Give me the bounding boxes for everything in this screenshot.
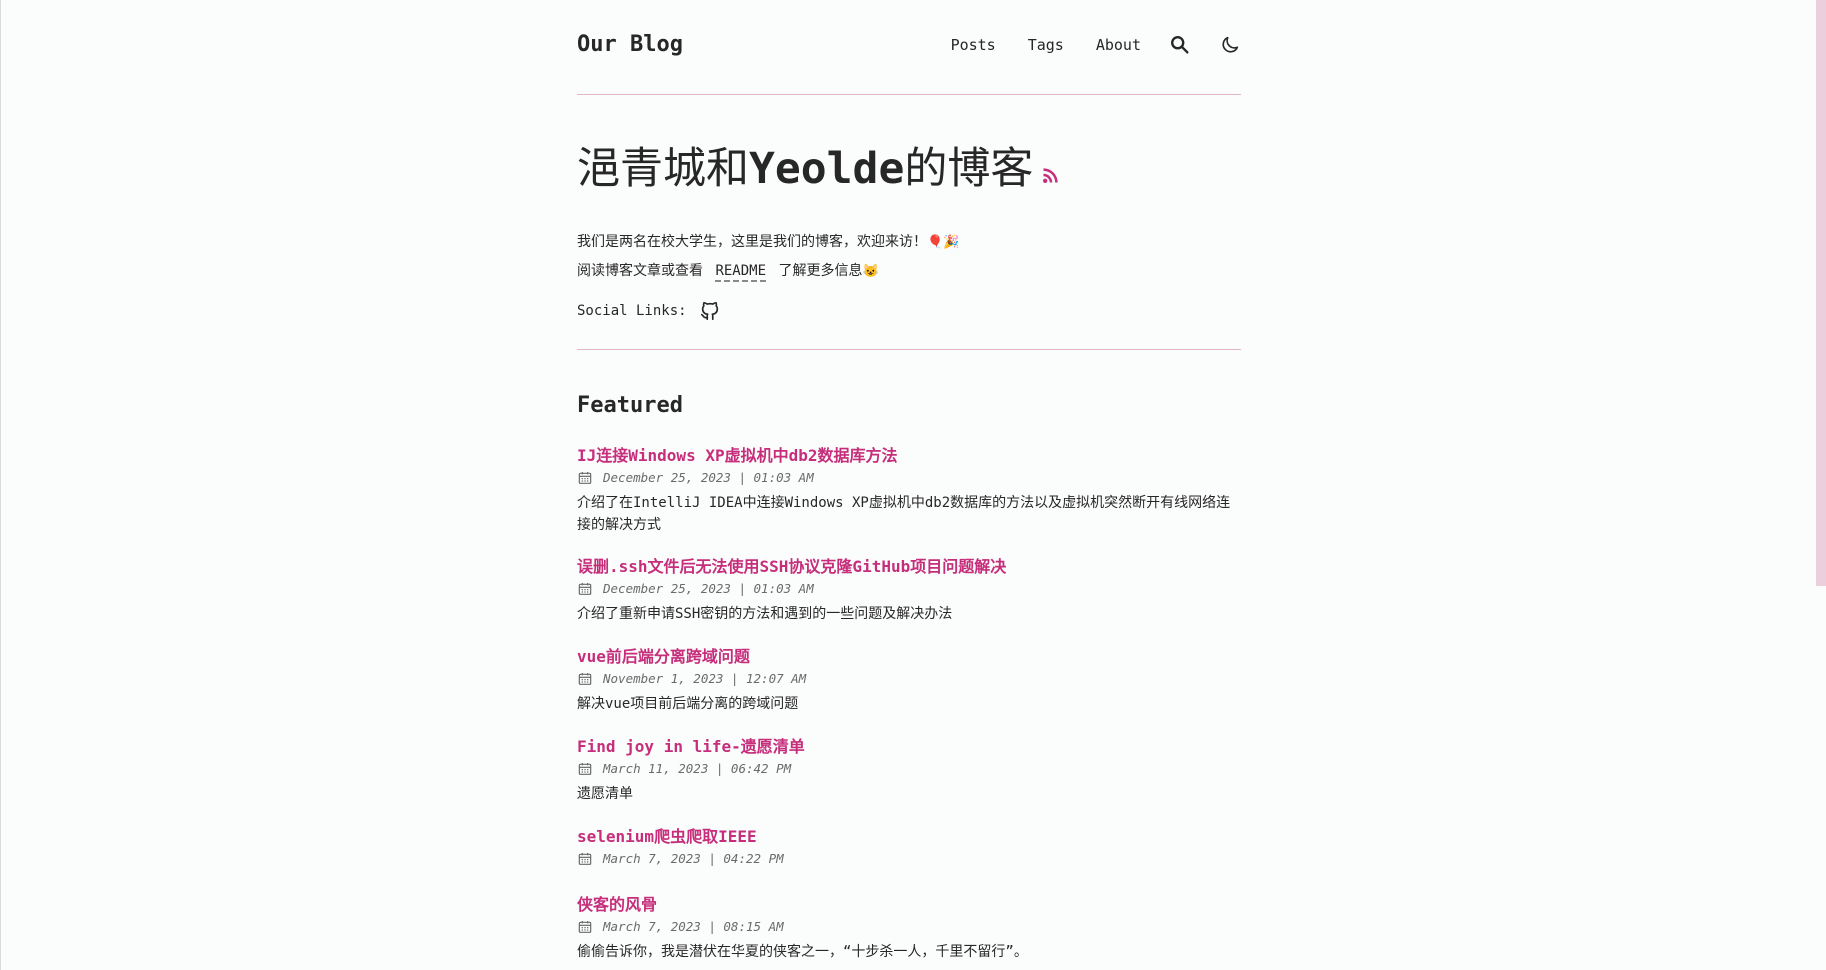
featured-post-4: Find joy in life-遗愿清单 March 11, 2023 | 0… [577, 737, 1241, 805]
featured-post-1: IJ连接Windows XP虚拟机中db2数据库方法 December 25, … [577, 446, 1241, 536]
post-date-text: December 25, 2023 | 01:03 AM [603, 470, 814, 485]
github-icon[interactable] [699, 300, 721, 322]
featured-post-3: vue前后端分离跨域问题 November 1, 2023 | 12:07 AM… [577, 647, 1241, 715]
readme-link[interactable]: README [715, 263, 767, 282]
post-date-text: March 11, 2023 | 06:42 PM [603, 761, 792, 776]
featured-post-5: selenium爬虫爬取IEEE March 7, 2023 | 04:22 P… [577, 827, 1241, 867]
post-description: 遗愿清单 [577, 786, 633, 802]
title-part-2: Yeolde [749, 144, 905, 194]
balloon-party-emoji: 🎈🎉 [927, 235, 960, 250]
post-date-text: March 7, 2023 | 04:22 PM [603, 851, 784, 866]
rss-feed-icon[interactable] [1041, 165, 1061, 185]
title-part-3: 的博客 [904, 144, 1034, 194]
intro-text-2-prefix: 阅读博客文章或查看 [577, 263, 703, 279]
post-date-text: December 25, 2023 | 01:03 AM [603, 581, 814, 596]
hero-section: 浥青城和Yeolde的博客 我们是两名在校大学生，这里是我们的博客，欢迎来访！🎈… [577, 0, 1241, 350]
post-title-link[interactable]: IJ连接Windows XP虚拟机中db2数据库方法 [577, 446, 1241, 466]
post-date: March 11, 2023 | 06:42 PM [577, 761, 1241, 777]
featured-post-2: 误删.ssh文件后无法使用SSH协议克隆GitHub项目问题解决 Decembe… [577, 557, 1241, 625]
post-date: November 1, 2023 | 12:07 AM [577, 671, 1241, 687]
post-date: December 25, 2023 | 01:03 AM [577, 581, 1241, 597]
intro-text-1: 我们是两名在校大学生，这里是我们的博客，欢迎来访！ [577, 234, 927, 250]
calendar-icon [578, 921, 592, 933]
post-description: 解决vue项目前后端分离的跨域问题 [577, 696, 799, 712]
calendar-icon [578, 583, 592, 595]
post-description: 偷偷告诉你，我是潜伏在华夏的侠客之一，“十步杀一人，千里不留行”。 [577, 944, 1028, 960]
post-date-text: March 7, 2023 | 08:15 AM [603, 919, 784, 934]
social-links-label: Social Links: [577, 303, 687, 319]
calendar-icon [578, 472, 592, 484]
intro-line-2: 阅读博客文章或查看 README 了解更多信息😺 [577, 261, 879, 282]
featured-heading: Featured [577, 393, 683, 418]
intro-text-2-suffix: 了解更多信息 [778, 263, 863, 279]
calendar-icon [578, 673, 592, 685]
calendar-icon [578, 763, 592, 775]
post-title-link[interactable]: selenium爬虫爬取IEEE [577, 827, 1241, 847]
post-date: March 7, 2023 | 08:15 AM [577, 919, 1241, 935]
post-title-link[interactable]: 侠客的风骨 [577, 895, 1241, 915]
page: Our Blog Posts Tags About 浥青城和Yeolde的博客 … [0, 0, 1826, 970]
post-title-link[interactable]: Find joy in life-遗愿清单 [577, 737, 1241, 757]
vertical-scrollbar[interactable] [1816, 0, 1826, 970]
social-links: Social Links: [577, 300, 721, 322]
post-title-link[interactable]: 误删.ssh文件后无法使用SSH协议克隆GitHub项目问题解决 [577, 557, 1241, 577]
title-part-1: 浥青城和 [577, 144, 749, 194]
post-title-link[interactable]: vue前后端分离跨域问题 [577, 647, 1241, 667]
page-title: 浥青城和Yeolde的博客 [577, 143, 1061, 195]
post-description: 介绍了重新申请SSH密钥的方法和遇到的一些问题及解决办法 [577, 606, 953, 622]
post-date: March 7, 2023 | 04:22 PM [577, 851, 1241, 867]
cat-emoji: 😺 [862, 264, 879, 279]
featured-post-6: 侠客的风骨 March 7, 2023 | 08:15 AM 偷偷告诉你，我是潜… [577, 895, 1241, 963]
post-description: 介绍了在IntelliJ IDEA中连接Windows XP虚拟机中db2数据库… [577, 495, 1231, 533]
calendar-icon [578, 853, 592, 865]
post-date: December 25, 2023 | 01:03 AM [577, 470, 1241, 486]
intro-line-1: 我们是两名在校大学生，这里是我们的博客，欢迎来访！🎈🎉 [577, 233, 959, 252]
scrollbar-thumb[interactable] [1816, 0, 1826, 586]
post-date-text: November 1, 2023 | 12:07 AM [603, 671, 807, 686]
window-edge [0, 0, 1, 970]
